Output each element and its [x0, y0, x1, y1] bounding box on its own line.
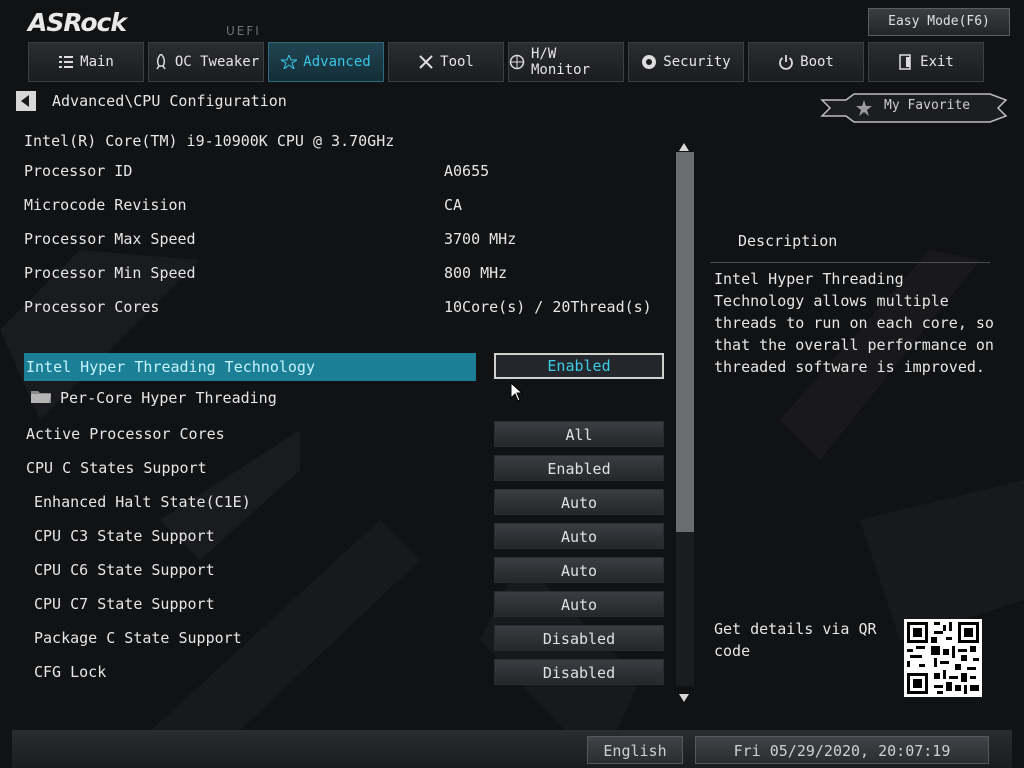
tab-security[interactable]: Security: [628, 42, 744, 82]
option-label: CPU C3 State Support: [34, 527, 215, 545]
wrench-icon: [418, 54, 434, 70]
option-label: CPU C6 State Support: [34, 561, 215, 579]
option-per-core-hyper-threading[interactable]: Per-Core Hyper Threading: [30, 386, 277, 410]
info-label: Processor Min Speed: [24, 264, 196, 282]
option-label: CPU C States Support: [26, 459, 207, 477]
back-arrow-icon: [21, 95, 29, 107]
scroll-down-arrow-icon[interactable]: [677, 689, 691, 702]
datetime-display: Fri 05/29/2020, 20:07:19: [695, 736, 989, 764]
option-hyper-threading[interactable]: Intel Hyper Threading Technology: [24, 353, 476, 381]
hyper-threading-value[interactable]: Enabled: [494, 353, 664, 379]
info-value: 10Core(s) / 20Thread(s): [444, 298, 652, 316]
c3-value[interactable]: Auto: [494, 523, 664, 549]
option-c6[interactable]: CPU C6 State Support: [24, 556, 476, 584]
tab-label: Boot: [800, 54, 834, 70]
info-row-microcode: Microcode Revision CA: [24, 194, 664, 218]
my-favorite-button[interactable]: My Favorite: [820, 92, 1008, 124]
mouse-cursor-icon: [510, 381, 524, 406]
easy-mode-button[interactable]: Easy Mode(F6): [868, 8, 1010, 36]
option-label: Enhanced Halt State(C1E): [34, 493, 251, 511]
tab-label: Tool: [440, 54, 474, 70]
info-label: Processor Max Speed: [24, 230, 196, 248]
c1e-value[interactable]: Auto: [494, 489, 664, 515]
language-button[interactable]: English: [587, 736, 683, 764]
tab-label: Main: [80, 54, 114, 70]
uefi-label: UEFI: [226, 24, 261, 38]
tab-label: Advanced: [303, 54, 371, 70]
info-value: 3700 MHz: [444, 230, 517, 248]
info-row-max-speed: Processor Max Speed 3700 MHz: [24, 228, 664, 252]
tab-oc-tweaker[interactable]: OC Tweaker: [148, 42, 264, 82]
info-label: Microcode Revision: [24, 196, 187, 214]
asrock-logo: ASRock: [28, 8, 127, 37]
option-label: CFG Lock: [34, 663, 107, 681]
main-tabs: Main OC Tweaker Advanced Tool H/W Monito…: [28, 42, 1018, 84]
c7-value[interactable]: Auto: [494, 591, 664, 617]
tab-main[interactable]: Main: [28, 42, 144, 82]
option-package-c-state[interactable]: Package C State Support: [24, 624, 476, 652]
shield-icon: [641, 54, 657, 70]
option-cpu-c-states[interactable]: CPU C States Support: [24, 454, 476, 482]
package-c-state-value[interactable]: Disabled: [494, 625, 664, 651]
info-row-processor-id: Processor ID A0655: [24, 160, 664, 184]
scroll-up-arrow-icon[interactable]: [677, 138, 691, 151]
description-title: Description: [738, 232, 838, 250]
monitor-icon: [509, 54, 525, 70]
c-states-value[interactable]: Enabled: [494, 455, 664, 481]
info-label: Processor Cores: [24, 298, 160, 316]
option-cfg-lock[interactable]: CFG Lock: [24, 658, 476, 686]
option-label: Active Processor Cores: [26, 425, 225, 443]
option-c7[interactable]: CPU C7 State Support: [24, 590, 476, 618]
exit-icon: [898, 54, 914, 70]
option-label: Intel Hyper Threading Technology: [26, 358, 315, 376]
back-button[interactable]: [16, 91, 36, 111]
tab-tool[interactable]: Tool: [388, 42, 504, 82]
option-c3[interactable]: CPU C3 State Support: [24, 522, 476, 550]
info-label: Processor ID: [24, 162, 133, 180]
info-value: CA: [444, 196, 463, 214]
tab-label: OC Tweaker: [174, 54, 260, 70]
option-active-processor-cores[interactable]: Active Processor Cores: [24, 420, 476, 448]
tab-label: Security: [663, 54, 731, 70]
tab-label: Exit: [920, 54, 954, 70]
folder-icon: [30, 388, 52, 408]
c6-value[interactable]: Auto: [494, 557, 664, 583]
description-divider: [710, 262, 990, 263]
description-text: Intel Hyper Threading Technology allows …: [714, 270, 994, 376]
star-icon: [281, 54, 298, 70]
favorite-label: My Favorite: [884, 98, 971, 113]
info-value: 800 MHz: [444, 264, 508, 282]
tab-label: H/W Monitor: [531, 46, 591, 78]
scrollbar-thumb[interactable]: [676, 152, 694, 532]
cpu-name: Intel(R) Core(TM) i9-10900K CPU @ 3.70GH…: [24, 132, 395, 150]
qr-code-icon: [904, 619, 982, 697]
cfg-lock-value[interactable]: Disabled: [494, 659, 664, 685]
option-label: CPU C7 State Support: [34, 595, 215, 613]
power-icon: [778, 54, 794, 70]
tab-hw-monitor[interactable]: H/W Monitor: [508, 42, 624, 82]
tab-advanced[interactable]: Advanced: [268, 42, 384, 82]
tab-exit[interactable]: Exit: [868, 42, 984, 82]
active-cores-value[interactable]: All: [494, 421, 664, 447]
option-label: Per-Core Hyper Threading: [60, 389, 277, 407]
option-label: Package C State Support: [34, 629, 242, 647]
info-value: A0655: [444, 162, 490, 180]
info-row-cores: Processor Cores 10Core(s) / 20Thread(s): [24, 296, 664, 320]
tab-boot[interactable]: Boot: [748, 42, 864, 82]
qr-caption: Get details via QR code: [714, 620, 877, 660]
option-c1e[interactable]: Enhanced Halt State(C1E): [24, 488, 476, 516]
breadcrumb: Advanced\CPU Configuration: [52, 92, 287, 110]
info-row-min-speed: Processor Min Speed 800 MHz: [24, 262, 664, 286]
rocket-icon: [153, 54, 169, 70]
list-icon: [58, 54, 74, 70]
